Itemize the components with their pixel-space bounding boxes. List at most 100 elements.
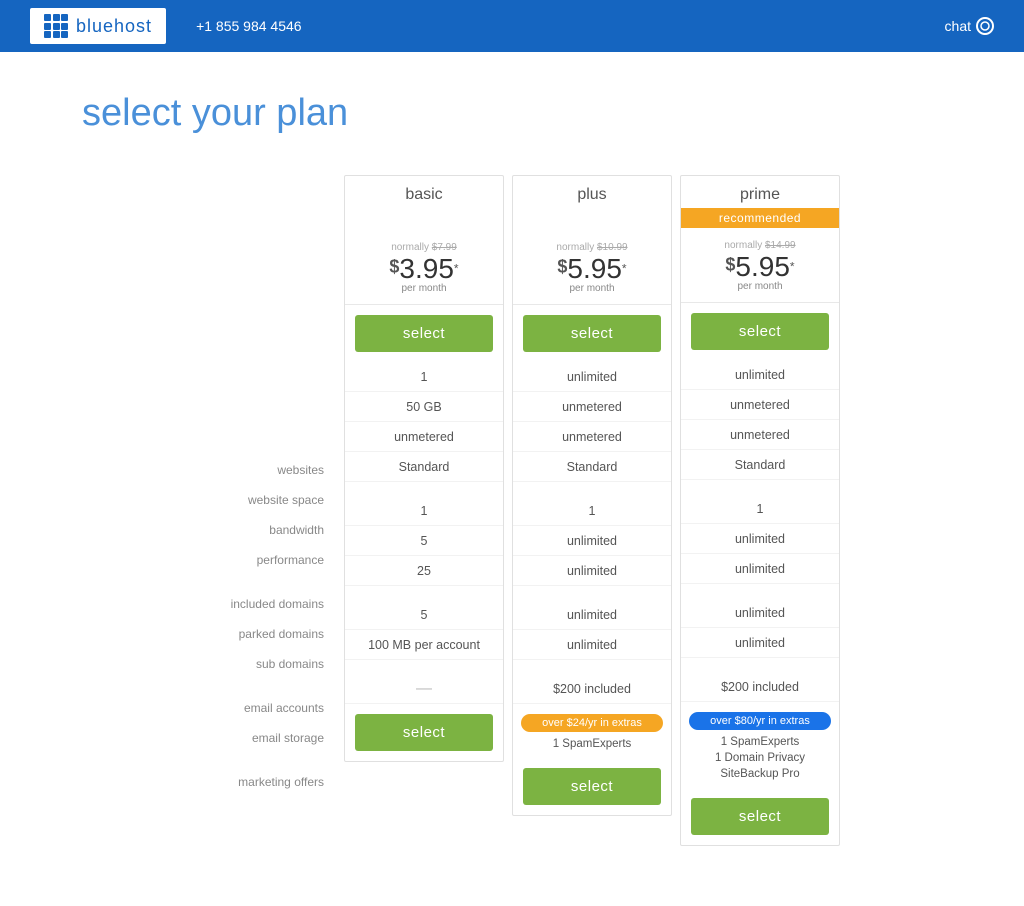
plus-email-storage: unlimited — [513, 630, 671, 660]
page-title: select your plan — [82, 92, 942, 135]
label-gap1 — [180, 575, 340, 589]
plan-prime-features: unlimited unmetered unmetered Standard 1… — [681, 360, 839, 702]
prime-marketing: $200 included — [681, 672, 839, 702]
basic-marketing: — — [345, 674, 503, 704]
plan-prime-normally: normally $14.99 — [691, 240, 829, 251]
prime-extras-item-2: 1 Domain Privacy — [689, 750, 831, 766]
page-content: select your plan websites website space … — [62, 52, 962, 906]
prime-extras-item-1: 1 SpamExperts — [689, 734, 831, 750]
plus-performance: Standard — [513, 452, 671, 482]
label-sub-domains: sub domains — [180, 649, 340, 679]
plan-plus-features: unlimited unmetered unmetered Standard 1… — [513, 362, 671, 704]
plan-prime-price-box: normally $14.99 $5.95* per month — [681, 228, 839, 303]
prime-bandwidth: unmetered — [681, 420, 839, 450]
label-parked-domains: parked domains — [180, 619, 340, 649]
prime-performance: Standard — [681, 450, 839, 480]
label-websites: websites — [180, 455, 340, 485]
plan-basic-name: basic — [345, 176, 503, 208]
plan-plus-price-box: normally $10.99 $5.95* per month — [513, 230, 671, 305]
label-email-storage: email storage — [180, 723, 340, 753]
plan-prime: prime recommended normally $14.99 $5.95*… — [680, 175, 840, 846]
plus-website-space: unmetered — [513, 392, 671, 422]
prime-websites: unlimited — [681, 360, 839, 390]
basic-email-storage: 100 MB per account — [345, 630, 503, 660]
plan-prime-name: prime — [681, 176, 839, 208]
plan-basic-select-bottom[interactable]: select — [355, 714, 493, 751]
plus-sub-domains: unlimited — [513, 556, 671, 586]
plus-email-accounts: unlimited — [513, 600, 671, 630]
plan-plus-select-bottom[interactable]: select — [523, 768, 661, 805]
basic-gap1 — [345, 482, 503, 496]
plus-marketing: $200 included — [513, 674, 671, 704]
plans-container: websites website space bandwidth perform… — [82, 175, 942, 846]
plan-plus: plus normally $10.99 $5.95* per month se… — [512, 175, 672, 816]
prime-extras: over $80/yr in extras 1 SpamExperts 1 Do… — [681, 702, 839, 788]
label-performance: performance — [180, 545, 340, 575]
plan-prime-normal-price: $14.99 — [765, 240, 796, 251]
recommended-badge: recommended — [681, 208, 839, 228]
plan-basic-select-top[interactable]: select — [355, 315, 493, 352]
plan-prime-per: per month — [691, 281, 829, 292]
basic-bandwidth: unmetered — [345, 422, 503, 452]
header: bluehost +1 855 984 4546 chat — [0, 0, 1024, 52]
plus-extras-item-1: 1 SpamExperts — [521, 736, 663, 752]
basic-websites: 1 — [345, 362, 503, 392]
plan-basic-price-box: normally $7.99 $3.95* per month — [345, 230, 503, 305]
plus-extras-badge: over $24/yr in extras — [521, 714, 663, 732]
phone-number[interactable]: +1 855 984 4546 — [196, 18, 302, 34]
plan-plus-per: per month — [523, 283, 661, 294]
basic-performance: Standard — [345, 452, 503, 482]
prime-parked-domains: unlimited — [681, 524, 839, 554]
basic-website-space: 50 GB — [345, 392, 503, 422]
plus-websites: unlimited — [513, 362, 671, 392]
basic-included-domains: 1 — [345, 496, 503, 526]
prime-email-accounts: unlimited — [681, 598, 839, 628]
plus-gap3 — [513, 660, 671, 674]
prime-gap2 — [681, 584, 839, 598]
basic-parked-domains: 5 — [345, 526, 503, 556]
basic-sub-domains: 25 — [345, 556, 503, 586]
basic-gap2 — [345, 586, 503, 600]
logo-grid-icon — [44, 14, 68, 38]
chat-label: chat — [945, 18, 971, 34]
plus-gap2 — [513, 586, 671, 600]
chat-button[interactable]: chat — [945, 17, 994, 35]
plan-basic-normal-price: $7.99 — [432, 242, 457, 253]
label-website-space: website space — [180, 485, 340, 515]
label-gap3 — [180, 753, 340, 767]
plan-basic-per: per month — [355, 283, 493, 294]
label-bandwidth: bandwidth — [180, 515, 340, 545]
prime-website-space: unmetered — [681, 390, 839, 420]
plan-basic-normally: normally $7.99 — [355, 242, 493, 253]
plan-prime-select-top[interactable]: select — [691, 313, 829, 350]
prime-included-domains: 1 — [681, 494, 839, 524]
plus-parked-domains: unlimited — [513, 526, 671, 556]
label-gap2 — [180, 679, 340, 693]
prime-gap3 — [681, 658, 839, 672]
plus-extras: over $24/yr in extras 1 SpamExperts — [513, 704, 671, 758]
plus-bandwidth: unmetered — [513, 422, 671, 452]
plus-included-domains: 1 — [513, 496, 671, 526]
plan-prime-price: $5.95* per month — [691, 251, 829, 292]
plan-plus-name: plus — [513, 176, 671, 208]
prime-extras-badge: over $80/yr in extras — [689, 712, 831, 730]
label-marketing-offers: marketing offers — [180, 767, 340, 797]
prime-gap1 — [681, 480, 839, 494]
chat-icon — [976, 17, 994, 35]
plan-plus-normal-price: $10.99 — [597, 242, 628, 253]
prime-email-storage: unlimited — [681, 628, 839, 658]
plus-gap1 — [513, 482, 671, 496]
plan-plus-price: $5.95* per month — [523, 253, 661, 294]
plan-prime-select-bottom[interactable]: select — [691, 798, 829, 835]
basic-gap3 — [345, 660, 503, 674]
prime-extras-item-3: SiteBackup Pro — [689, 766, 831, 782]
basic-email-accounts: 5 — [345, 600, 503, 630]
plan-basic: basic normally $7.99 $3.95* per month se… — [344, 175, 504, 762]
plan-plus-select-top[interactable]: select — [523, 315, 661, 352]
plan-basic-price: $3.95* per month — [355, 253, 493, 294]
plan-plus-normally: normally $10.99 — [523, 242, 661, 253]
logo[interactable]: bluehost — [30, 8, 166, 44]
logo-text: bluehost — [76, 16, 152, 37]
label-included-domains: included domains — [180, 589, 340, 619]
row-labels: websites website space bandwidth perform… — [180, 175, 340, 797]
